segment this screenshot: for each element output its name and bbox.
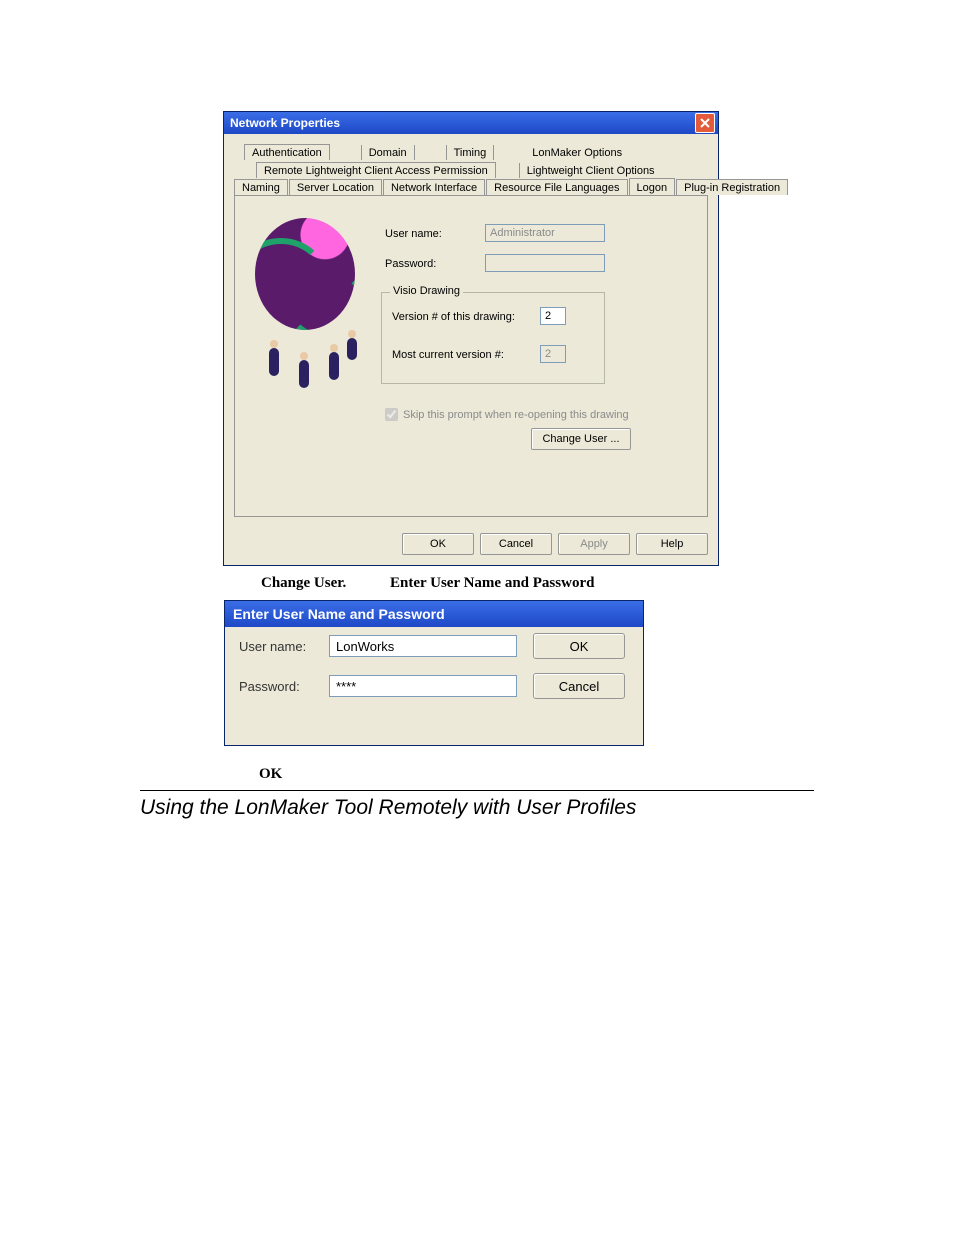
password-label: Password:	[385, 258, 436, 270]
tab-network-interface[interactable]: Network Interface	[383, 179, 485, 195]
most-current-field	[540, 345, 566, 363]
login-titlebar: Enter User Name and Password	[225, 601, 643, 627]
tab-domain[interactable]: Domain	[361, 145, 415, 160]
apply-button: Apply	[558, 533, 630, 555]
tab-naming[interactable]: Naming	[234, 179, 288, 195]
login-ok-button[interactable]: OK	[533, 633, 625, 659]
tab-authentication[interactable]: Authentication	[244, 144, 330, 160]
skip-prompt-label: Skip this prompt when re-opening this dr…	[403, 409, 629, 421]
ok-button[interactable]: OK	[402, 533, 474, 555]
ok-text: OK	[259, 766, 282, 783]
skip-prompt-input	[385, 408, 398, 421]
version-field[interactable]	[540, 307, 566, 325]
login-title: Enter User Name and Password	[233, 606, 445, 622]
visio-drawing-legend: Visio Drawing	[390, 285, 463, 297]
dialog-button-row: OK Cancel Apply Help	[224, 527, 718, 565]
section-heading: Using the LonMaker Tool Remotely with Us…	[140, 796, 636, 820]
tab-resource-file-languages[interactable]: Resource File Languages	[486, 179, 627, 195]
caption-change-user: Change User.	[261, 575, 346, 592]
login-username-field[interactable]	[329, 635, 517, 657]
tab-server-location[interactable]: Server Location	[289, 179, 382, 195]
visio-drawing-group: Visio Drawing Version # of this drawing:…	[381, 292, 605, 384]
tab-lw-client-options[interactable]: Lightweight Client Options	[519, 163, 662, 178]
decorative-globe-image	[247, 218, 372, 408]
horizontal-rule	[140, 790, 814, 791]
login-password-label: Password:	[239, 679, 300, 694]
username-field	[485, 224, 605, 242]
change-user-button[interactable]: Change User ...	[531, 428, 631, 450]
titlebar: Network Properties	[224, 112, 718, 134]
skip-prompt-checkbox: Skip this prompt when re-opening this dr…	[385, 408, 629, 421]
tab-plugin-registration[interactable]: Plug-in Registration	[676, 179, 788, 195]
tab-lonmaker-options[interactable]: LonMaker Options	[525, 145, 629, 160]
version-label: Version # of this drawing:	[392, 311, 515, 323]
enter-credentials-dialog: Enter User Name and Password User name: …	[224, 600, 644, 746]
close-icon[interactable]	[695, 113, 715, 133]
caption-enter-credentials: Enter User Name and Password	[390, 575, 594, 592]
network-properties-dialog: Network Properties Authentication Domain…	[223, 111, 719, 566]
login-username-label: User name:	[239, 639, 306, 654]
tab-strip: Authentication Domain Timing LonMaker Op…	[234, 142, 708, 195]
help-button[interactable]: Help	[636, 533, 708, 555]
tab-timing[interactable]: Timing	[446, 145, 495, 160]
tab-panel: User name: Password: Visio Drawing Versi…	[234, 195, 708, 517]
tab-logon[interactable]: Logon	[629, 178, 676, 196]
username-label: User name:	[385, 228, 442, 240]
cancel-button[interactable]: Cancel	[480, 533, 552, 555]
tab-remote-lw-permission[interactable]: Remote Lightweight Client Access Permiss…	[256, 162, 496, 178]
dialog-title: Network Properties	[230, 116, 695, 130]
most-current-label: Most current version #:	[392, 349, 504, 361]
login-password-field[interactable]	[329, 675, 517, 697]
login-cancel-button[interactable]: Cancel	[533, 673, 625, 699]
password-field	[485, 254, 605, 272]
